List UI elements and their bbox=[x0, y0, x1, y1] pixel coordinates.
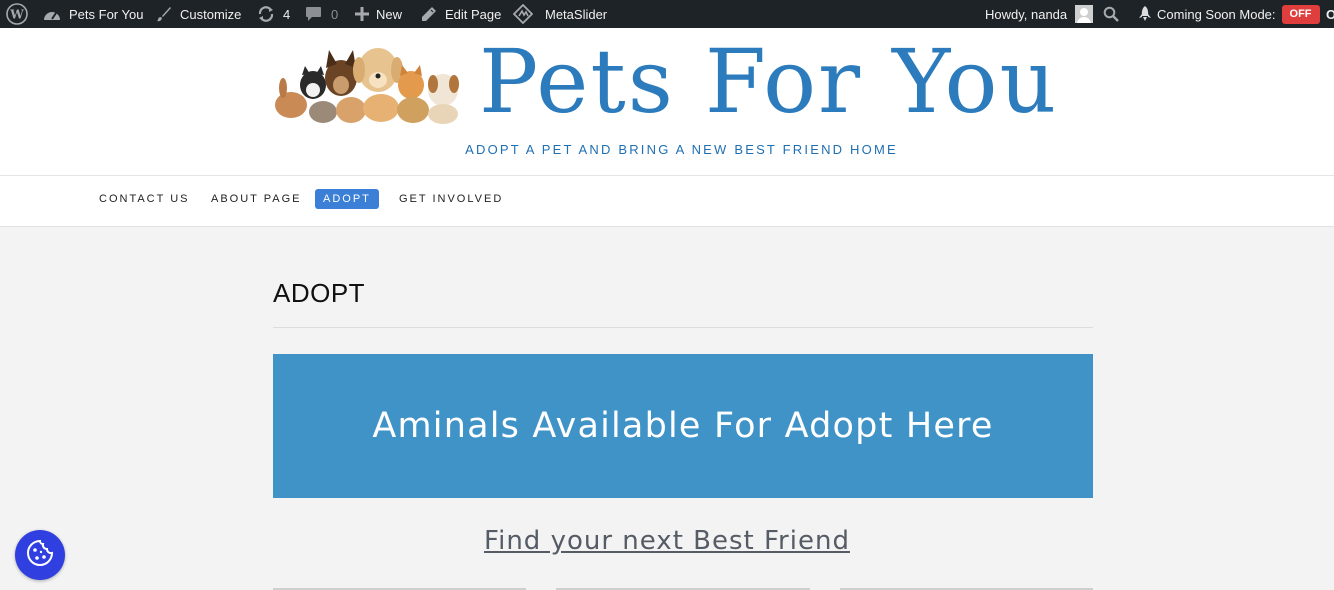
site-header: Pets For You ADOPT A PET AND BRING A NEW… bbox=[0, 28, 1334, 176]
coming-soon-label: Coming Soon Mode: bbox=[1157, 6, 1276, 22]
comments-link[interactable]: 0 bbox=[305, 0, 338, 28]
brush-icon bbox=[156, 6, 172, 22]
nav-item-contact-us[interactable]: CONTACT US bbox=[91, 189, 198, 209]
avatar bbox=[1075, 5, 1094, 23]
howdy-label: Howdy, nanda bbox=[985, 6, 1068, 22]
subhead-container: Find your next Best Friend bbox=[0, 526, 1334, 556]
search-icon[interactable] bbox=[1103, 0, 1119, 28]
cookie-consent-button[interactable] bbox=[15, 530, 65, 580]
nav-item-about-page[interactable]: ABOUT PAGE bbox=[203, 189, 310, 209]
rocket-icon bbox=[1138, 5, 1152, 23]
metaslider-label: MetaSlider bbox=[545, 6, 608, 22]
cookie-icon bbox=[25, 538, 55, 573]
site-title[interactable]: Pets For You bbox=[479, 26, 1058, 138]
updates-link[interactable]: 4 bbox=[257, 0, 290, 28]
my-account-link[interactable]: Howdy, nanda bbox=[985, 0, 1094, 28]
title-divider bbox=[273, 327, 1093, 328]
site-tagline: ADOPT A PET AND BRING A NEW BEST FRIEND … bbox=[0, 142, 1334, 157]
updates-count: 4 bbox=[283, 6, 291, 22]
admin-bar-edge-text: O bbox=[1326, 6, 1334, 22]
new-content-link[interactable]: New bbox=[355, 0, 402, 28]
hero-banner: Aminals Available For Adopt Here bbox=[273, 354, 1093, 498]
site-logo-pets-image[interactable] bbox=[273, 30, 465, 126]
pencil-icon bbox=[421, 6, 437, 22]
banner-heading: Aminals Available For Adopt Here bbox=[372, 406, 994, 446]
metaslider-link[interactable]: MetaSlider bbox=[513, 0, 607, 28]
metaslider-icon bbox=[513, 4, 533, 24]
updates-icon bbox=[257, 5, 275, 23]
dashboard-icon bbox=[43, 7, 61, 21]
nav-item-adopt[interactable]: ADOPT bbox=[315, 189, 379, 209]
site-name-label: Pets For You bbox=[69, 6, 144, 22]
page-title: ADOPT bbox=[273, 278, 366, 308]
svg-text:W: W bbox=[9, 8, 24, 22]
new-label: New bbox=[376, 6, 403, 22]
wordpress-icon[interactable]: W bbox=[6, 0, 28, 28]
comments-count: 0 bbox=[331, 6, 339, 22]
admin-site-link[interactable]: Pets For You bbox=[43, 0, 143, 28]
tagline-text: ADOPT A PET AND BRING A NEW BEST FRIEND … bbox=[465, 142, 898, 157]
coming-soon-status-badge: OFF bbox=[1281, 4, 1320, 24]
edit-page-label: Edit Page bbox=[445, 6, 502, 22]
admin-bar: W Pets For You Customize 4 0 New Edit Pa… bbox=[0, 0, 1334, 28]
nav-item-get-involved[interactable]: GET INVOLVED bbox=[391, 189, 511, 209]
edit-page-link[interactable]: Edit Page bbox=[421, 0, 501, 28]
main-navigation: CONTACT US ABOUT PAGE ADOPT GET INVOLVED bbox=[0, 176, 1334, 227]
customize-label: Customize bbox=[180, 6, 242, 22]
find-best-friend-link[interactable]: Find your next Best Friend bbox=[484, 526, 850, 556]
customize-link[interactable]: Customize bbox=[156, 0, 241, 28]
comment-icon bbox=[305, 6, 322, 22]
coming-soon-toggle[interactable]: Coming Soon Mode: OFF bbox=[1138, 0, 1320, 28]
plus-icon bbox=[355, 7, 369, 21]
